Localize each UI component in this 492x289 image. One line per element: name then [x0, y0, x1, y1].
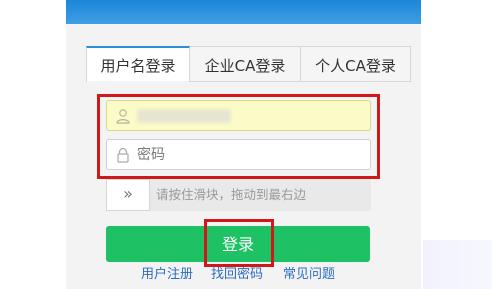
- tab-personal-ca-login[interactable]: 个人CA登录: [301, 46, 411, 82]
- faq-link[interactable]: 常见问题: [283, 263, 335, 282]
- page-background-right-lower: [423, 240, 492, 289]
- tab-enterprise-ca-login-label: 企业CA登录: [204, 57, 286, 75]
- login-tabs: 用户名登录 企业CA登录 个人CA登录: [86, 46, 411, 82]
- slider-handle[interactable]: »: [106, 179, 150, 211]
- highlight-box-credentials: [97, 94, 380, 179]
- double-chevron-right-icon: »: [123, 184, 133, 203]
- top-banner: [66, 0, 421, 24]
- tab-username-login[interactable]: 用户名登录: [86, 46, 190, 82]
- slider-captcha: » 请按住滑块，拖动到最右边: [106, 179, 371, 211]
- find-password-link[interactable]: 找回密码: [211, 263, 263, 282]
- tab-enterprise-ca-login[interactable]: 企业CA登录: [190, 46, 301, 82]
- slider-instruction: 请按住滑块，拖动到最右边: [156, 187, 307, 202]
- highlight-box-login: [204, 219, 274, 267]
- register-link[interactable]: 用户注册: [141, 263, 193, 282]
- tab-username-login-label: 用户名登录: [100, 57, 176, 75]
- tab-personal-ca-login-label: 个人CA登录: [315, 57, 396, 75]
- active-tab-gap: [87, 81, 189, 82]
